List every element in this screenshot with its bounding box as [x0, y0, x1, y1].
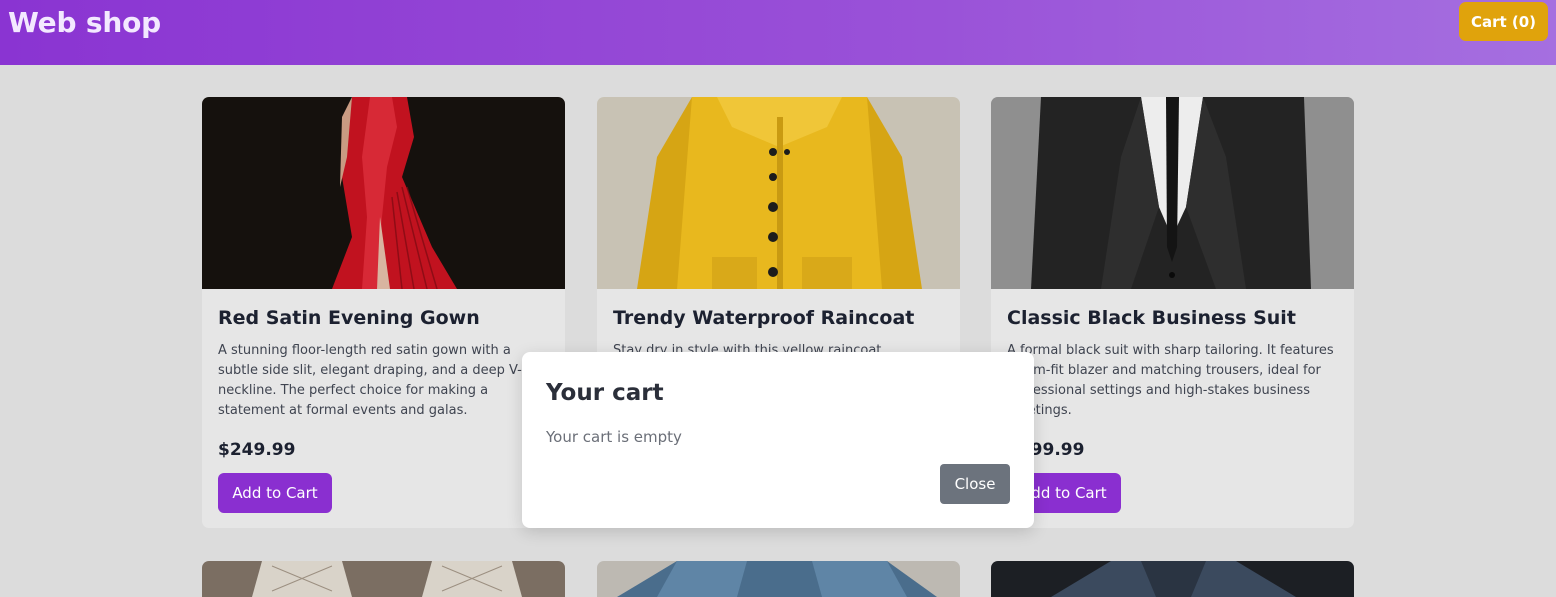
close-button[interactable]: Close — [940, 464, 1010, 504]
empty-cart-message: Your cart is empty — [546, 428, 682, 446]
modal-title: Your cart — [546, 380, 664, 406]
cart-modal: Your cart Your cart is empty Close — [522, 352, 1034, 528]
